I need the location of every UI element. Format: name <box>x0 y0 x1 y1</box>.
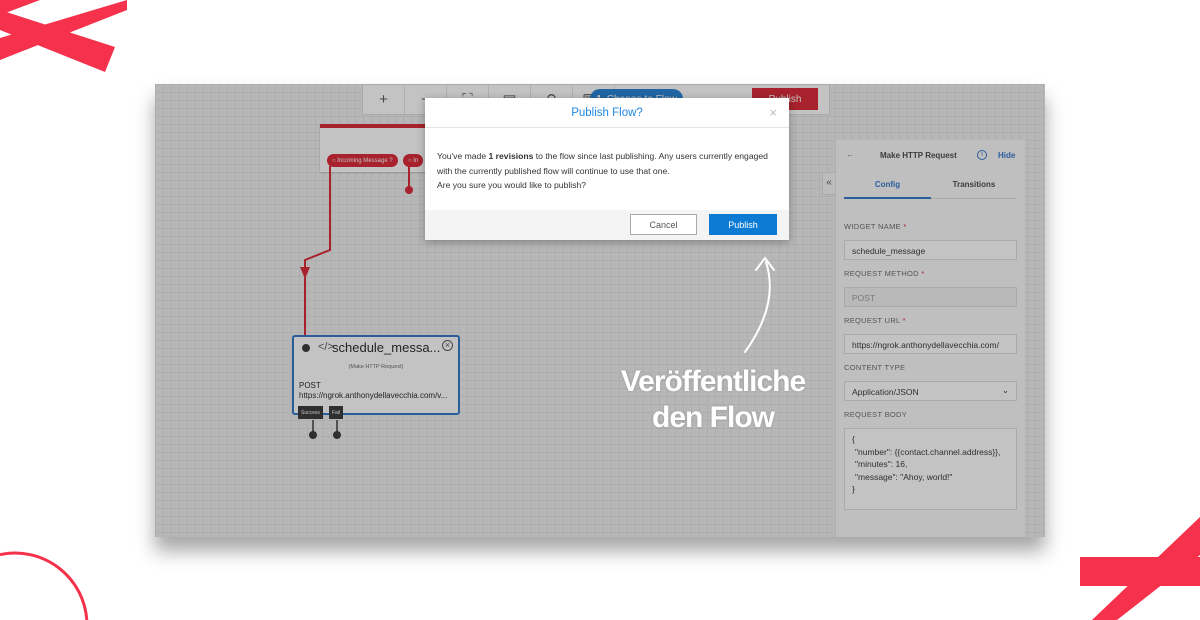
close-icon[interactable]: × <box>769 98 777 128</box>
decor-circle-bottom-left <box>0 551 89 620</box>
publish-flow-dialog: Publish Flow? × You've made 1 revisions t… <box>425 98 789 240</box>
decor-bottom-right <box>1080 517 1200 620</box>
decor-x-top-left <box>0 0 127 72</box>
dialog-title: Publish Flow? <box>571 107 643 119</box>
annotation-arrow-icon <box>744 256 775 353</box>
annotation-text: Veröffentliche den Flow <box>620 365 806 434</box>
publish-button[interactable]: Publish <box>709 214 777 235</box>
dialog-message: You've made 1 revisions to the flow sinc… <box>437 151 768 190</box>
cancel-button[interactable]: Cancel <box>630 214 697 235</box>
